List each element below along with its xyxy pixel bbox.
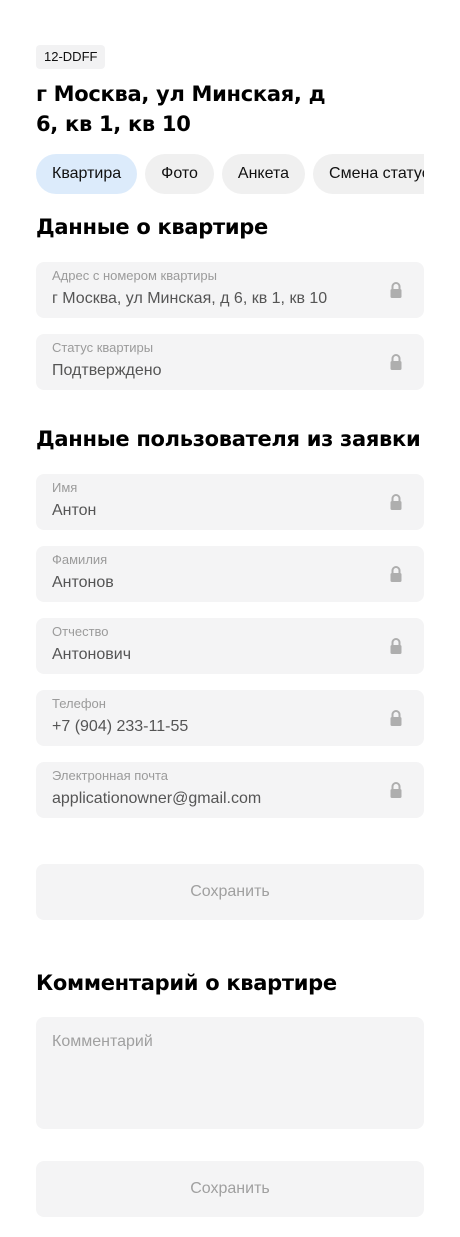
tab-photo[interactable]: Фото xyxy=(145,154,214,194)
lock-icon xyxy=(390,638,402,654)
patronymic-label: Отчество xyxy=(52,624,109,639)
email-label: Электронная почта xyxy=(52,768,169,783)
lock-icon xyxy=(390,354,402,370)
first-name-label: Имя xyxy=(52,480,78,495)
tab-questionnaire[interactable]: Анкета xyxy=(221,154,306,194)
last-name-field: Фамилия Антонов xyxy=(36,546,424,602)
status-field: Статус квартиры Подтверждено xyxy=(36,334,424,390)
email-value: applicationowner@gmail.com xyxy=(52,790,262,807)
user-section-heading: Данные пользователя из заявки xyxy=(36,427,421,451)
patronymic-field: Отчество Антонович xyxy=(36,618,424,674)
lock-icon xyxy=(390,710,402,726)
patronymic-value: Антонович xyxy=(52,646,132,663)
lock-icon xyxy=(390,782,402,798)
status-label: Статус квартиры xyxy=(52,340,154,355)
tab-apartment[interactable]: Квартира xyxy=(36,154,138,194)
phone-label: Телефон xyxy=(52,696,106,711)
phone-value: +7 (904) 233-11-55 xyxy=(52,718,189,735)
first-name-field: Имя Антон xyxy=(36,474,424,530)
lock-icon xyxy=(390,566,402,582)
lock-icon xyxy=(390,494,402,510)
first-name-value: Антон xyxy=(52,502,97,519)
page-title: г Москва, ул Минская, д 6, кв 1, кв 10 xyxy=(36,82,326,136)
email-field: Электронная почта applicationowner@gmail… xyxy=(36,762,424,818)
lock-icon xyxy=(390,282,402,298)
apartment-section-heading: Данные о квартире xyxy=(36,215,268,239)
address-value: г Москва, ул Минская, д 6, кв 1, кв 10 xyxy=(52,290,328,307)
address-label: Адрес с номером квартиры xyxy=(52,268,217,283)
tab-bar: КвартираФотоАнкетаСмена статуса xyxy=(36,154,424,194)
comment-input[interactable] xyxy=(36,1017,424,1129)
status-value: Подтверждено xyxy=(52,362,162,379)
save-user-data-button[interactable]: Сохранить xyxy=(36,864,424,920)
apartment-code-badge: 12-DDFF xyxy=(36,45,106,69)
address-field: Адрес с номером квартиры г Москва, ул Ми… xyxy=(36,262,424,318)
comment-section-heading: Комментарий о квартире xyxy=(36,971,337,995)
phone-field: Телефон +7 (904) 233-11-55 xyxy=(36,690,424,746)
last-name-value: Антонов xyxy=(52,574,114,591)
save-comment-button[interactable]: Сохранить xyxy=(36,1161,424,1217)
last-name-label: Фамилия xyxy=(52,552,108,567)
tab-status-change[interactable]: Смена статуса xyxy=(313,154,424,194)
